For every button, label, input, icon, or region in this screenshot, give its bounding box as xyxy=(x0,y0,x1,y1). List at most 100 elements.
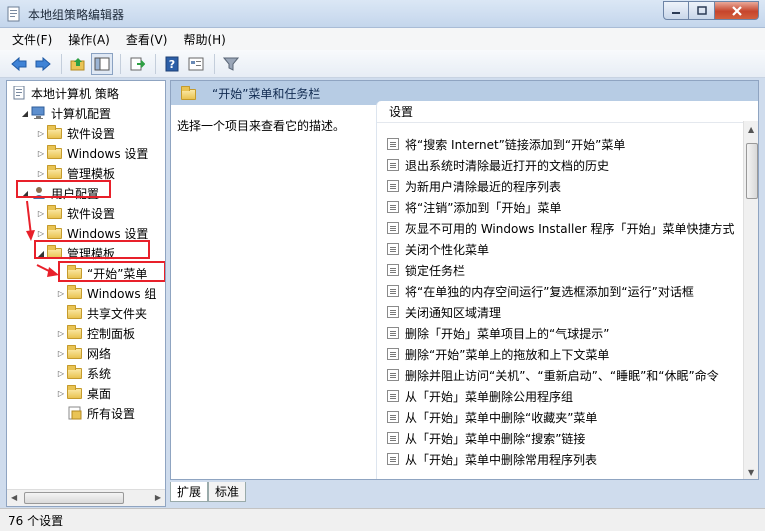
close-button[interactable] xyxy=(715,1,759,20)
tree-pane: 本地计算机 策略 ◢ 计算机配置 ▷ 软件设置 ▷ Windows 设置 ▷ 管… xyxy=(6,80,166,507)
folder-icon xyxy=(67,285,82,299)
list-item[interactable]: 将“在单独的内存空间运行”复选框添加到“运行”对话框 xyxy=(387,281,739,301)
filter-button[interactable] xyxy=(220,53,242,75)
list-item[interactable]: 退出系统时清除最近打开的文档的历史 xyxy=(387,155,739,175)
tree-node-user-software-settings[interactable]: ▷ 软件设置 xyxy=(35,203,115,223)
export-list-button[interactable] xyxy=(126,53,148,75)
setting-icon xyxy=(387,243,399,255)
forward-button[interactable] xyxy=(32,53,54,75)
column-header-setting[interactable]: 设置 xyxy=(377,101,758,123)
up-folder-button[interactable] xyxy=(67,53,89,75)
tree-horizontal-scrollbar[interactable]: ◀ ▶ xyxy=(7,489,165,506)
setting-icon xyxy=(387,453,399,465)
list-item[interactable]: 为新用户清除最近的程序列表 xyxy=(387,176,739,196)
maximize-icon xyxy=(696,5,707,15)
expand-arrow-icon[interactable]: ▷ xyxy=(55,289,67,298)
tree-node-computer-windows-settings[interactable]: ▷ Windows 设置 xyxy=(35,143,148,163)
setting-icon xyxy=(387,306,399,318)
list-item[interactable]: 将“注销”添加到「开始」菜单 xyxy=(387,197,739,217)
list-item[interactable]: 从「开始」菜单删除公用程序组 xyxy=(387,386,739,406)
maximize-button[interactable] xyxy=(689,1,715,20)
collapse-arrow-icon[interactable]: ◢ xyxy=(19,109,31,118)
tree-node-control-panel[interactable]: ▷ 控制面板 xyxy=(55,323,135,343)
list-item[interactable]: 将“搜索 Internet”链接添加到“开始”菜单 xyxy=(387,134,739,154)
setting-icon xyxy=(387,285,399,297)
setting-icon xyxy=(387,159,399,171)
setting-icon xyxy=(387,138,399,150)
main-area: 本地计算机 策略 ◢ 计算机配置 ▷ 软件设置 ▷ Windows 设置 ▷ 管… xyxy=(6,80,759,507)
export-list-icon xyxy=(130,57,145,70)
list-item[interactable]: 删除「开始」菜单项目上的“气球提示” xyxy=(387,323,739,343)
menu-help[interactable]: 帮助(H) xyxy=(183,31,225,48)
show-hide-tree-icon xyxy=(94,57,110,70)
folder-icon xyxy=(47,125,62,139)
tree-node-computer-config[interactable]: ◢ 计算机配置 xyxy=(19,103,111,123)
setting-icon xyxy=(387,369,399,381)
view-tabs: 扩展 标准 xyxy=(170,482,247,504)
help-button[interactable]: ? xyxy=(161,53,183,75)
expand-arrow-icon[interactable]: ▷ xyxy=(35,149,47,158)
tab-standard[interactable]: 标准 xyxy=(208,482,247,502)
all-settings-icon xyxy=(68,406,82,420)
detail-header-title: “开始”菜单和任务栏 xyxy=(212,86,321,101)
setting-icon xyxy=(387,264,399,276)
expand-arrow-icon[interactable]: ▷ xyxy=(35,169,47,178)
folder-icon xyxy=(181,85,196,100)
list-item[interactable]: 锁定任务栏 xyxy=(387,260,739,280)
folder-icon xyxy=(47,205,62,219)
title-bar: 本地组策略编辑器 xyxy=(0,0,765,28)
scroll-thumb[interactable] xyxy=(746,143,758,199)
filter-icon xyxy=(223,57,239,71)
list-item[interactable]: 从「开始」菜单中删除“搜索”链接 xyxy=(387,428,739,448)
expand-arrow-icon[interactable]: ▷ xyxy=(55,329,67,338)
list-item[interactable]: 从「开始」菜单中删除“收藏夹”菜单 xyxy=(387,407,739,427)
tree-node-system[interactable]: ▷ 系统 xyxy=(55,363,111,383)
tree-node-shared-folders[interactable]: 共享文件夹 xyxy=(55,303,147,323)
menu-action[interactable]: 操作(A) xyxy=(68,31,110,48)
folder-icon xyxy=(67,305,82,319)
tree-node-all-settings[interactable]: 所有设置 xyxy=(55,403,135,423)
folder-icon xyxy=(67,385,82,399)
back-icon xyxy=(11,56,27,71)
expand-arrow-icon[interactable]: ▷ xyxy=(55,369,67,378)
settings-vertical-scrollbar[interactable]: ▲ ▼ xyxy=(743,121,758,479)
properties-button[interactable] xyxy=(185,53,207,75)
setting-icon xyxy=(387,348,399,360)
list-item[interactable]: 关闭通知区域清理 xyxy=(387,302,739,322)
status-setting-count: 76 个设置 xyxy=(8,513,64,528)
scroll-thumb[interactable] xyxy=(24,492,124,504)
setting-icon xyxy=(387,180,399,192)
tree-node-local-policy[interactable]: 本地计算机 策略 xyxy=(11,83,119,103)
setting-icon xyxy=(387,222,399,234)
tab-extended[interactable]: 扩展 xyxy=(170,482,209,502)
tree-node-desktop[interactable]: ▷ 桌面 xyxy=(55,383,111,403)
tree-node-computer-software-settings[interactable]: ▷ 软件设置 xyxy=(35,123,115,143)
list-item[interactable]: 删除“开始”菜单上的拖放和上下文菜单 xyxy=(387,344,739,364)
tree-node-network[interactable]: ▷ 网络 xyxy=(55,343,111,363)
expand-arrow-icon[interactable]: ▷ xyxy=(55,389,67,398)
policy-icon xyxy=(13,86,25,100)
svg-text:?: ? xyxy=(169,58,175,71)
properties-icon xyxy=(188,57,204,70)
expand-arrow-icon[interactable]: ▷ xyxy=(35,129,47,138)
list-item[interactable]: 关闭个性化菜单 xyxy=(387,239,739,259)
tree-node-windows-components[interactable]: ▷ Windows 组 xyxy=(55,283,156,303)
settings-list: 设置 将“搜索 Internet”链接添加到“开始”菜单 退出系统时清除最近打开… xyxy=(376,101,758,479)
expand-arrow-icon[interactable]: ▷ xyxy=(55,349,67,358)
window-title: 本地组策略编辑器 xyxy=(28,8,125,22)
setting-icon xyxy=(387,327,399,339)
minimize-button[interactable] xyxy=(663,1,689,20)
menu-view[interactable]: 查看(V) xyxy=(126,31,168,48)
close-icon xyxy=(731,5,742,16)
status-bar: 76 个设置 xyxy=(0,508,765,531)
list-item[interactable]: 删除并阻止访问“关机”、“重新启动”、“睡眠”和“休眠”命令 xyxy=(387,365,739,385)
description-text: 选择一个项目来查看它的描述。 xyxy=(177,119,346,133)
annotation-arrow-icon xyxy=(36,264,59,277)
menu-file[interactable]: 文件(F) xyxy=(12,31,52,48)
folder-icon xyxy=(47,225,62,239)
list-item[interactable]: 灰显不可用的 Windows Installer 程序「开始」菜单快捷方式 xyxy=(387,218,739,238)
list-item[interactable]: 从「开始」菜单中删除常用程序列表 xyxy=(387,449,739,469)
annotation-box-user-config xyxy=(16,180,111,198)
show-hide-tree-button[interactable] xyxy=(91,52,113,75)
back-button[interactable] xyxy=(8,53,30,75)
